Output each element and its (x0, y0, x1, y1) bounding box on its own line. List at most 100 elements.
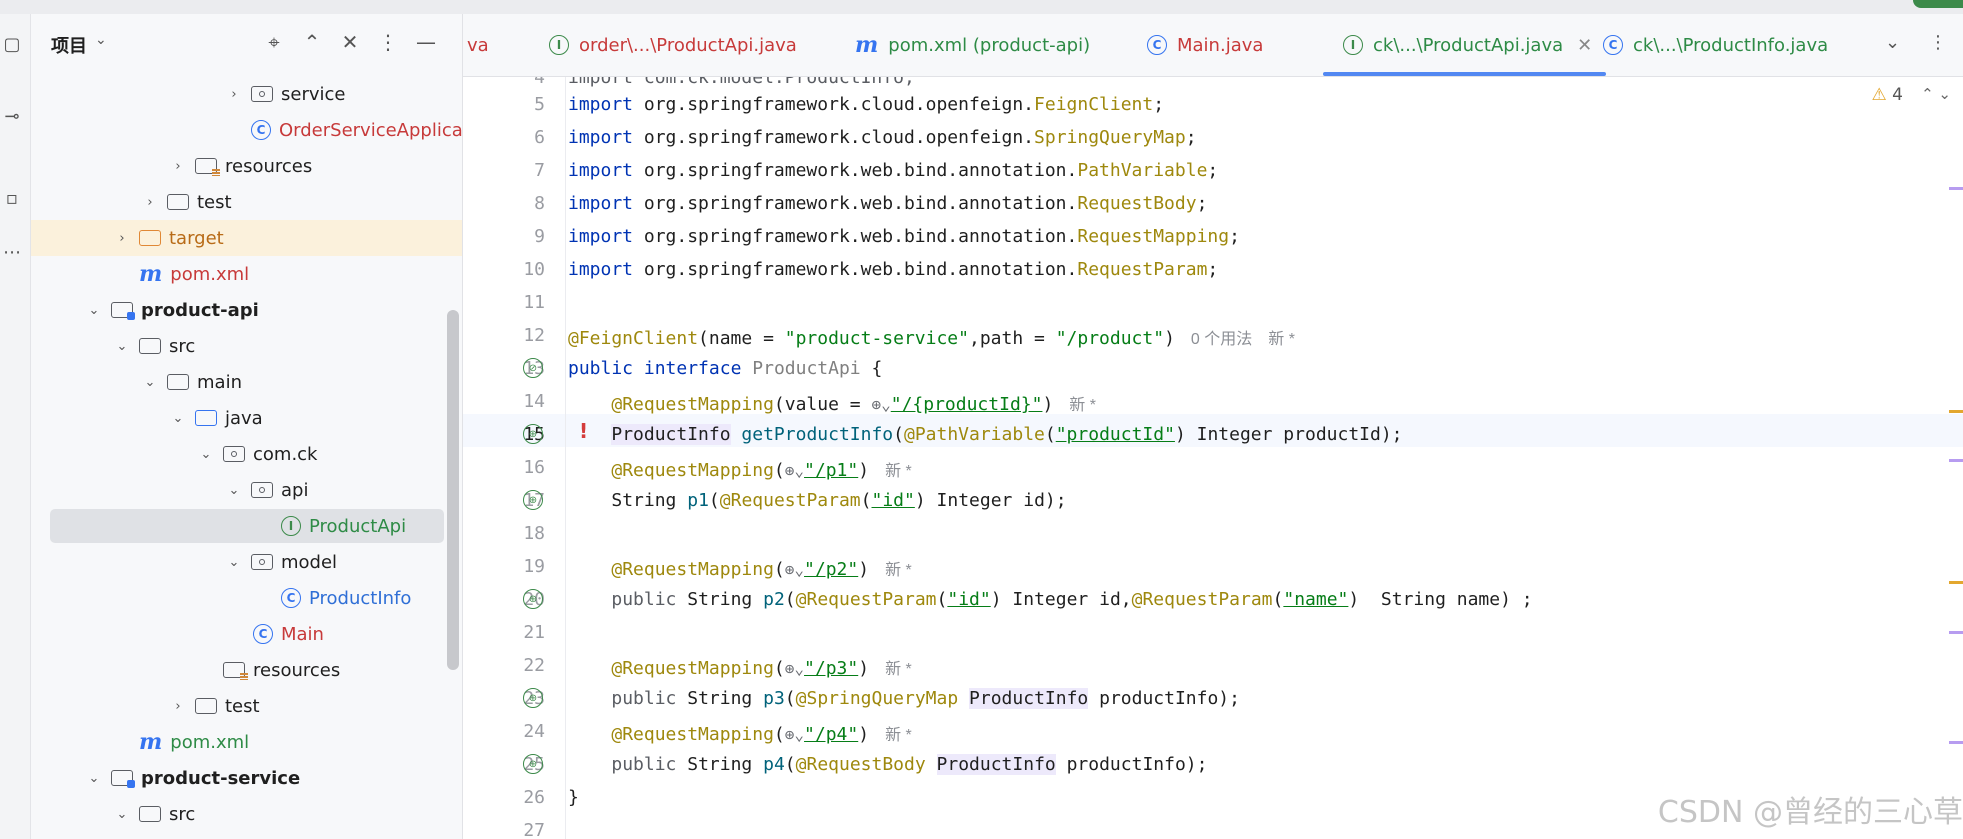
globe-icon[interactable]: ⊕⌄ (785, 725, 804, 744)
code-token: ( (893, 424, 904, 445)
tree-item-test[interactable]: › test (31, 184, 462, 220)
web-endpoint-icon[interactable]: ⊕ (523, 490, 543, 510)
code-token: import com.ck.model.ProductInfo; (568, 77, 915, 88)
tree-item-target[interactable]: › target (31, 220, 462, 256)
chevron-down-icon[interactable]: ⌄ (169, 411, 187, 426)
usages-hint[interactable]: 0 个用法 (1191, 331, 1252, 348)
collapse-all-icon[interactable]: ✕ (337, 30, 363, 54)
chevron-down-icon[interactable]: ⌄ (1885, 32, 1900, 53)
commit-tool-icon[interactable]: ⊸ (0, 102, 24, 130)
scroll-marker[interactable] (1949, 741, 1963, 744)
author-hint[interactable]: 新 * (885, 661, 912, 678)
tree-item-src[interactable]: ⌄ src (31, 328, 462, 364)
tree-item-productinfo[interactable]: C ProductInfo (31, 580, 462, 616)
tree-item-pom-xml[interactable]: m pom.xml (31, 256, 462, 292)
author-hint[interactable]: 新 * (885, 727, 912, 744)
tree-item-pom-xml[interactable]: m pom.xml (31, 724, 462, 760)
author-hint[interactable]: 新 * (1268, 331, 1295, 348)
tree-item-main-class[interactable]: C Main (31, 616, 462, 652)
scroll-marker[interactable] (1949, 410, 1963, 413)
chevron-down-icon[interactable]: ⌄ (95, 32, 107, 48)
tree-item-api[interactable]: ⌄ api (31, 472, 462, 508)
scroll-marker[interactable] (1949, 631, 1963, 634)
tab-ck-productinfo[interactable]: C ck\...\ProductInfo.java (1603, 14, 1828, 76)
tab-label: va (467, 34, 489, 56)
tree-item-productapi[interactable]: I ProductApi (31, 508, 462, 544)
tree-item-main[interactable]: ⌄ main (31, 364, 462, 400)
author-hint[interactable]: 新 * (885, 562, 912, 579)
spring-boot-class-icon: C (253, 624, 273, 644)
author-hint[interactable]: 新 * (885, 463, 912, 480)
project-scrollbar[interactable] (447, 310, 459, 670)
interface-implementations-icon[interactable]: ⊘ (523, 358, 543, 378)
globe-icon[interactable]: ⊕⌄ (785, 461, 804, 480)
scroll-marker[interactable] (1949, 581, 1963, 584)
tree-item-product-api[interactable]: ⌄ product-api (31, 292, 462, 328)
globe-icon[interactable]: ⊕⌄ (785, 659, 804, 678)
chevron-right-icon[interactable]: › (141, 195, 159, 210)
scroll-marker[interactable] (1949, 459, 1963, 462)
code-token: import (568, 160, 634, 181)
chevron-right-icon[interactable]: › (169, 159, 187, 174)
error-bulb-icon[interactable]: ! (579, 419, 588, 443)
tree-item-resources[interactable]: › resources (31, 148, 462, 184)
web-endpoint-icon[interactable]: ⊕ (523, 688, 543, 708)
chevron-down-icon[interactable]: ⌄ (141, 375, 159, 390)
code-token: org.springframework.web.bind.annotation. (643, 226, 1078, 247)
code-token: ; (1153, 94, 1165, 115)
options-icon[interactable]: ⋮ (375, 30, 401, 54)
tab-ck-productapi[interactable]: I ck\...\ProductApi.java ✕ (1323, 14, 1607, 76)
tab-main-java[interactable]: C Main.java (1147, 14, 1263, 76)
chevron-down-icon[interactable]: ⌄ (85, 303, 103, 318)
tree-item-product-service[interactable]: ⌄ product-service (31, 760, 462, 796)
tab-pom-xml[interactable]: m pom.xml (product-api) (855, 14, 1090, 76)
web-endpoint-icon[interactable]: ⊕ (523, 589, 543, 609)
author-hint[interactable]: 新 * (1069, 397, 1096, 414)
hide-panel-icon[interactable]: — (413, 30, 439, 54)
project-panel-title[interactable]: 项目 (51, 32, 87, 58)
code-editor[interactable]: ⚠ 4 ⌃ ⌄ 4 5 6 7 8 9 10 11 12 13 14 15 16… (463, 77, 1963, 839)
chevron-down-icon[interactable]: ⌄ (1938, 85, 1951, 103)
interface-icon: I (281, 516, 301, 536)
more-tools-icon[interactable]: ⋯ (0, 238, 24, 266)
code-token: @RequestMapping (611, 658, 774, 679)
expand-all-icon[interactable]: ⌃ (299, 30, 325, 54)
tree-item-src[interactable]: ⌄ src (31, 796, 462, 832)
tree-item-resources[interactable]: resources (31, 652, 462, 688)
warning-indicator[interactable]: ⚠ 4 (1872, 85, 1903, 105)
locate-icon[interactable]: ⌖ (261, 30, 287, 54)
chevron-right-icon[interactable]: › (113, 231, 131, 246)
chevron-up-icon[interactable]: ⌃ (1921, 85, 1934, 103)
web-endpoint-icon[interactable]: ⊕ (523, 754, 543, 774)
tree-item-com-ck[interactable]: ⌄ com.ck (31, 436, 462, 472)
chevron-down-icon[interactable]: ⌄ (113, 339, 131, 354)
tab-truncated[interactable]: va (467, 14, 489, 76)
code-token: ) String name) ; (1348, 589, 1533, 610)
tree-item-model[interactable]: ⌄ model (31, 544, 462, 580)
web-endpoint-icon[interactable]: ⊕ (523, 424, 543, 444)
project-tool-icon[interactable]: ▢ (0, 30, 24, 58)
tree-item-label: model (281, 551, 338, 573)
chevron-right-icon[interactable]: › (225, 87, 243, 102)
globe-icon[interactable]: ⊕⌄ (871, 395, 890, 414)
tab-options-icon[interactable]: ⋮ (1929, 32, 1947, 53)
tree-item-orderserviceapplication[interactable]: C OrderServiceApplica (31, 112, 462, 148)
chevron-down-icon[interactable]: ⌄ (225, 555, 243, 570)
chevron-right-icon[interactable]: › (169, 699, 187, 714)
chevron-down-icon[interactable]: ⌄ (85, 771, 103, 786)
globe-icon[interactable]: ⊕⌄ (785, 560, 804, 579)
code-line-15: ProductInfo getProductInfo(@PathVariable… (568, 424, 1403, 445)
tree-item-java[interactable]: ⌄ java (31, 400, 462, 436)
close-icon[interactable]: ✕ (1577, 35, 1592, 56)
problem-navigation[interactable]: ⌃ ⌄ (1921, 85, 1951, 103)
chevron-down-icon[interactable]: ⌄ (225, 483, 243, 498)
chevron-down-icon[interactable]: ⌄ (113, 807, 131, 822)
package-folder-icon (223, 446, 245, 462)
scroll-marker[interactable] (1949, 187, 1963, 190)
tree-item-test[interactable]: › test (31, 688, 462, 724)
tab-order-productapi[interactable]: I order\...\ProductApi.java (549, 14, 797, 76)
tree-item-service[interactable]: › service (31, 76, 462, 112)
chevron-down-icon[interactable]: ⌄ (197, 447, 215, 462)
code-token: p4 (763, 754, 785, 775)
structure-tool-icon[interactable]: ▫ (0, 184, 24, 212)
